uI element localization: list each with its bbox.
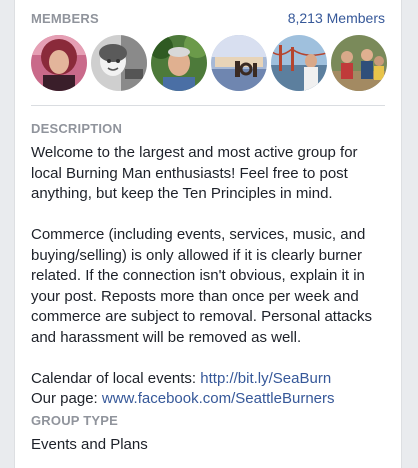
description-body: Welcome to the largest and most active g… [31,143,387,410]
member-avatar-3[interactable] [151,35,207,91]
members-header: MEMBERS 8,213 Members [31,10,385,28]
members-title: MEMBERS [31,11,99,26]
description-paragraph-2: Commerce (including events, services, mu… [31,226,372,346]
members-count-link[interactable]: 8,213 Members [288,10,385,26]
calendar-line: Calendar of local events: http://bit.ly/… [31,369,387,390]
page-label: Our page: [31,390,102,407]
page-link[interactable]: www.facebook.com/SeattleBurners [102,390,335,407]
section-divider [31,105,385,106]
calendar-label: Calendar of local events: [31,369,201,387]
member-avatar-1[interactable] [31,35,87,91]
member-avatar-2[interactable] [91,35,147,91]
group-type-title: GROUP TYPE [31,413,119,428]
calendar-link[interactable]: http://bit.ly/SeaBurn [200,370,331,387]
group-type-value: Events and Plans [31,436,148,453]
member-avatar-6[interactable] [331,35,387,91]
member-avatar-4[interactable] [211,35,267,91]
member-avatar-5[interactable] [271,35,327,91]
description-title: DESCRIPTION [31,121,123,136]
description-paragraph-1: Welcome to the largest and most active g… [31,144,358,202]
page-line: Our page: www.facebook.com/SeattleBurner… [31,389,387,410]
group-about-card: MEMBERS 8,213 Members DESCRIPTION Welcom… [14,0,402,468]
member-avatars [31,35,387,91]
